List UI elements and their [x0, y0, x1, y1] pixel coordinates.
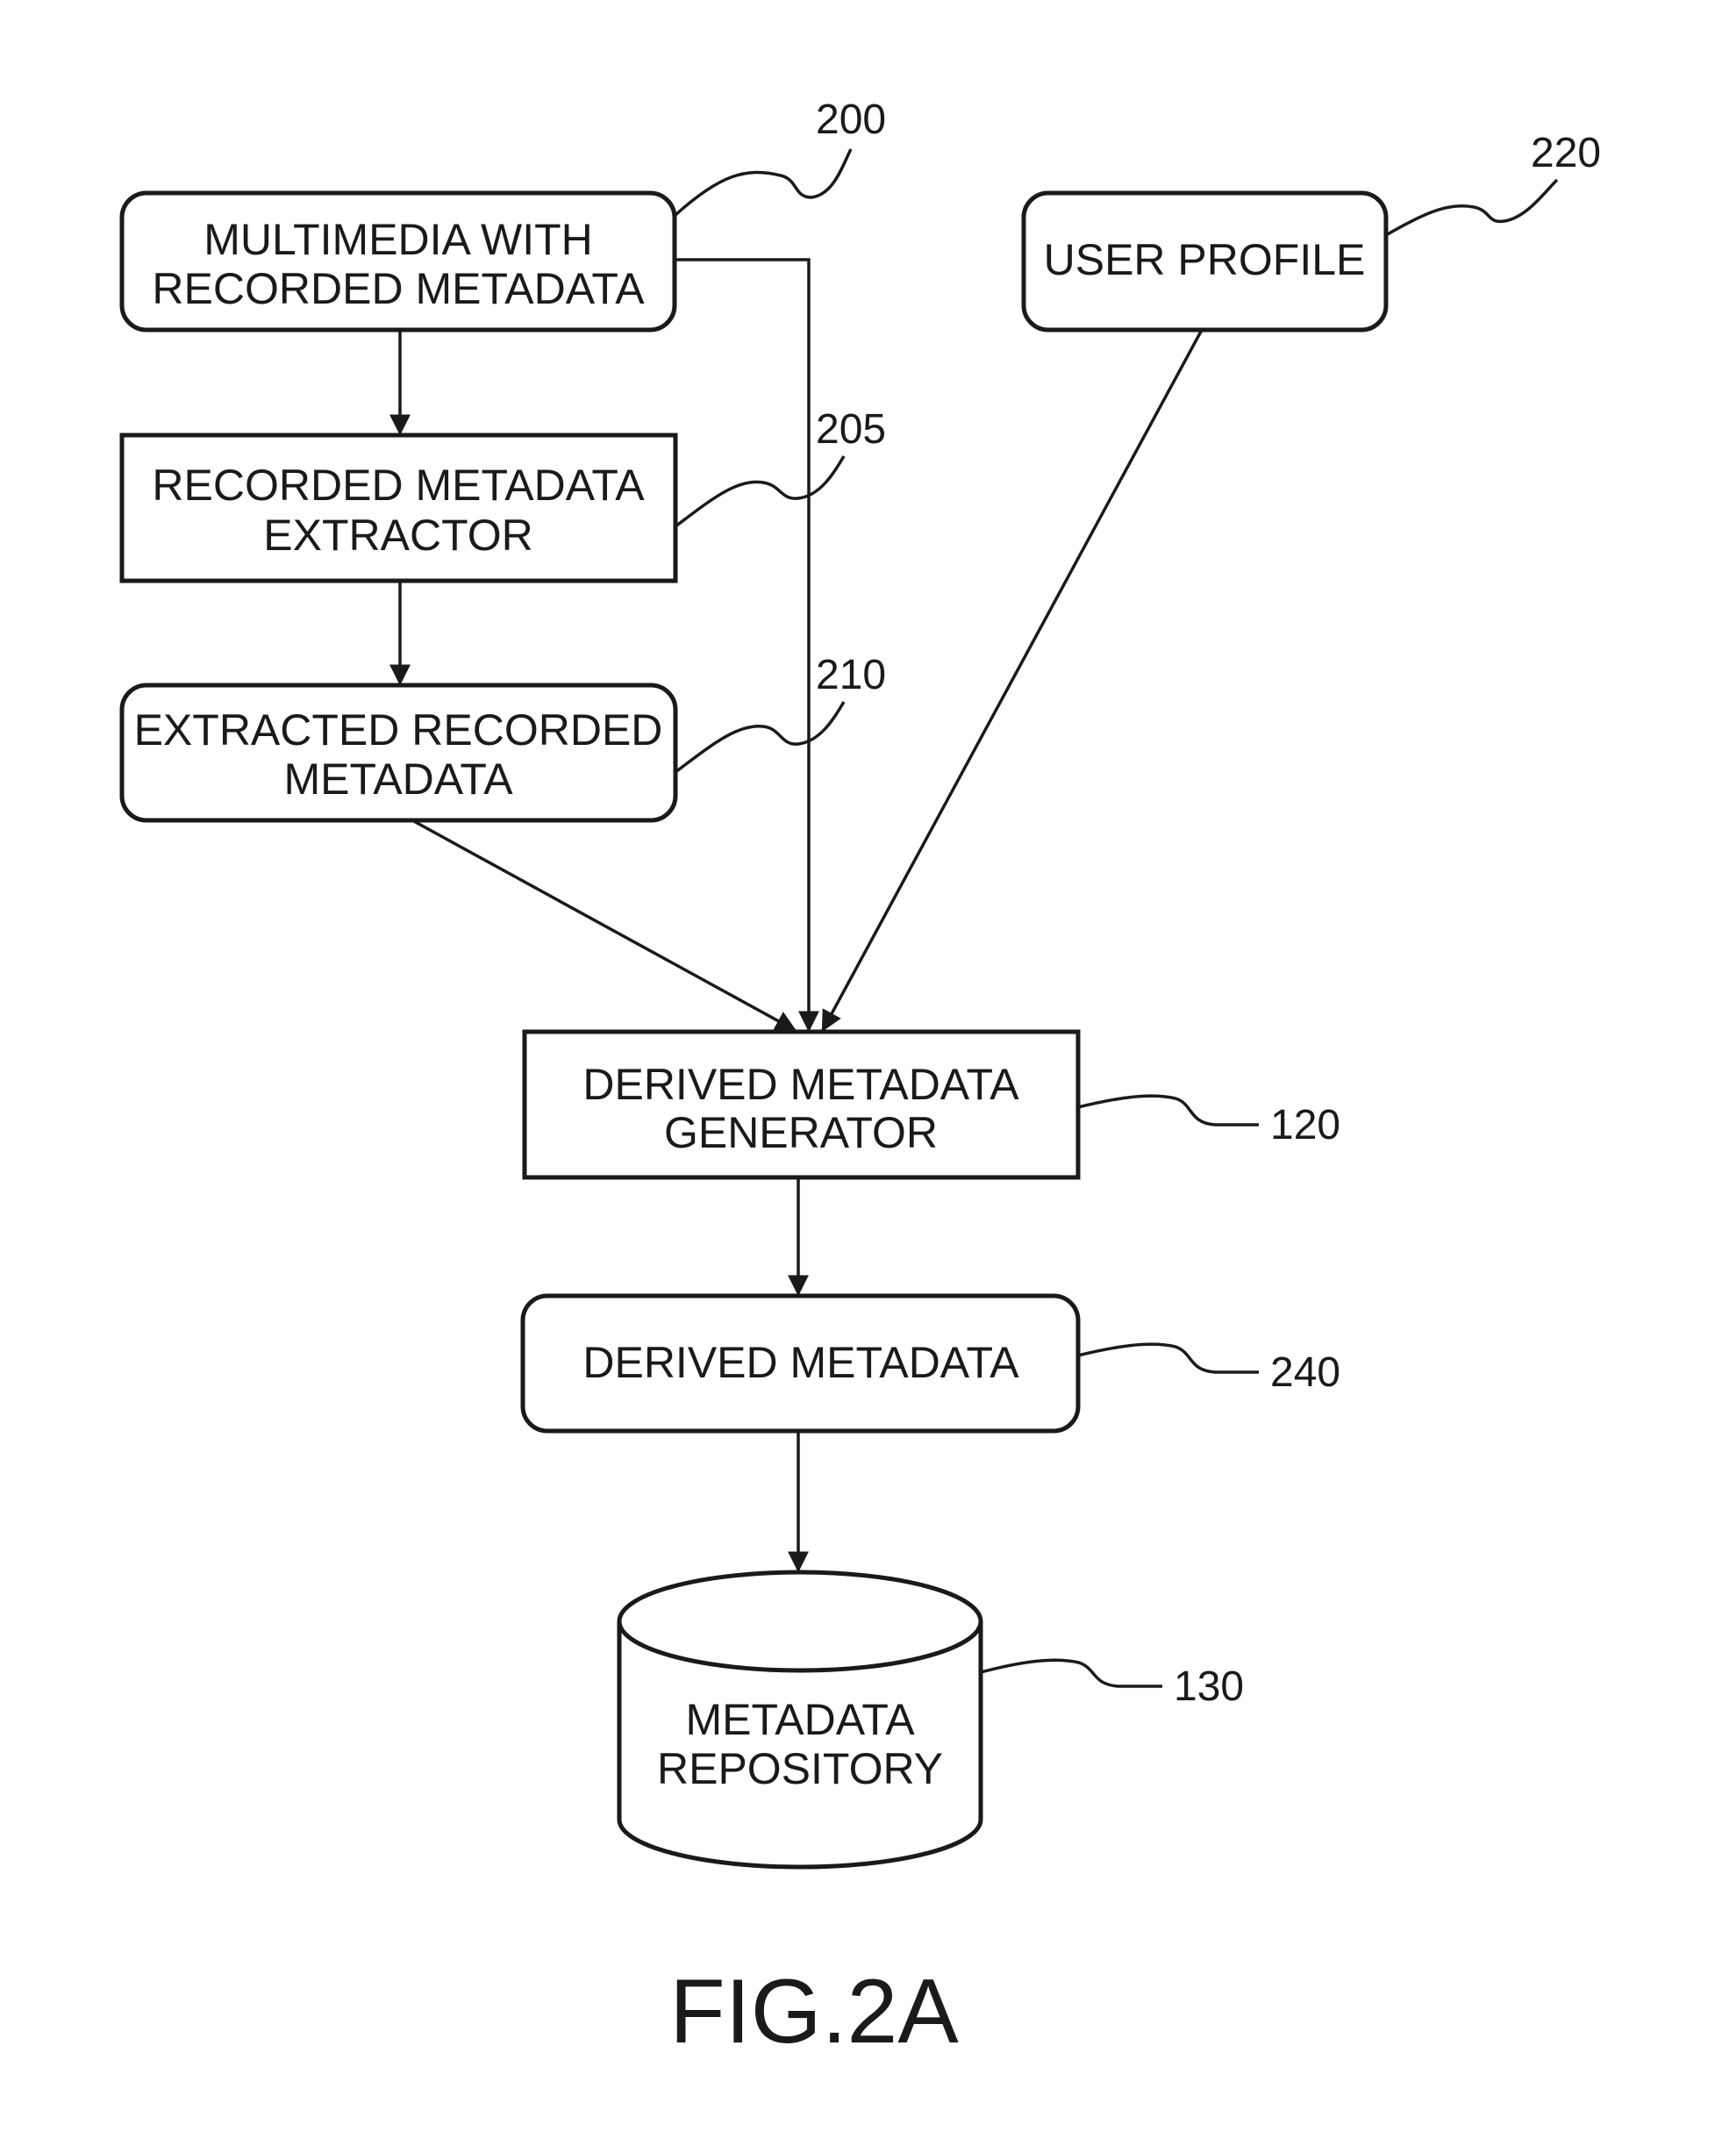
ref-label-200: 200	[816, 97, 886, 143]
ref-label-205: 205	[816, 406, 886, 453]
figure-caption: FIG.2A	[669, 1961, 959, 2063]
node-205-line-2: EXTRACTOR	[263, 511, 532, 560]
leader-205	[674, 455, 846, 528]
ref-label-220: 220	[1531, 130, 1601, 176]
node-derived-metadata-generator: DERIVED METADATA GENERATOR	[522, 1029, 1081, 1180]
node-220-line-1: USER PROFILE	[1044, 235, 1366, 284]
leader-240	[1077, 1342, 1259, 1374]
flow-diagram: MULTIMEDIA WITH RECORDED METADATA RECORD…	[119, 97, 1601, 2063]
node-240-line-1: DERIVED METADATA	[582, 1338, 1019, 1387]
node-multimedia-with-recorded-metadata: MULTIMEDIA WITH RECORDED METADATA	[119, 190, 677, 333]
node-200-line-2: RECORDED METADATA	[152, 264, 645, 313]
node-derived-metadata: DERIVED METADATA	[520, 1293, 1081, 1434]
node-205-line-1: RECORDED METADATA	[152, 461, 645, 510]
node-120-line-2: GENERATOR	[664, 1108, 938, 1157]
node-130-line-1: METADATA	[685, 1695, 915, 1744]
ref-label-120: 120	[1270, 1102, 1340, 1148]
ref-label-240: 240	[1270, 1349, 1340, 1396]
edge-210-to-120	[411, 819, 797, 1032]
node-210-line-1: EXTRACTED RECORDED	[134, 705, 663, 755]
leader-210	[674, 701, 846, 774]
ref-label-210: 210	[816, 652, 886, 698]
node-210-line-2: METADATA	[283, 755, 513, 804]
node-metadata-repository: METADATA REPOSITORY	[617, 1570, 983, 1870]
edge-200-to-120	[675, 258, 819, 1033]
leader-130	[980, 1658, 1162, 1688]
leader-120	[1077, 1094, 1259, 1127]
leader-200	[674, 148, 853, 217]
node-user-profile: USER PROFILE	[1021, 190, 1389, 333]
node-recorded-metadata-extractor: RECORDED METADATA EXTRACTOR	[119, 433, 678, 583]
node-130-line-2: REPOSITORY	[657, 1744, 943, 1793]
node-200-line-1: MULTIMEDIA WITH	[204, 215, 593, 264]
node-120-line-1: DERIVED METADATA	[582, 1060, 1019, 1109]
node-extracted-recorded-metadata: EXTRACTED RECORDED METADATA	[119, 683, 678, 823]
ref-label-130: 130	[1174, 1663, 1244, 1710]
leader-220	[1385, 178, 1559, 237]
